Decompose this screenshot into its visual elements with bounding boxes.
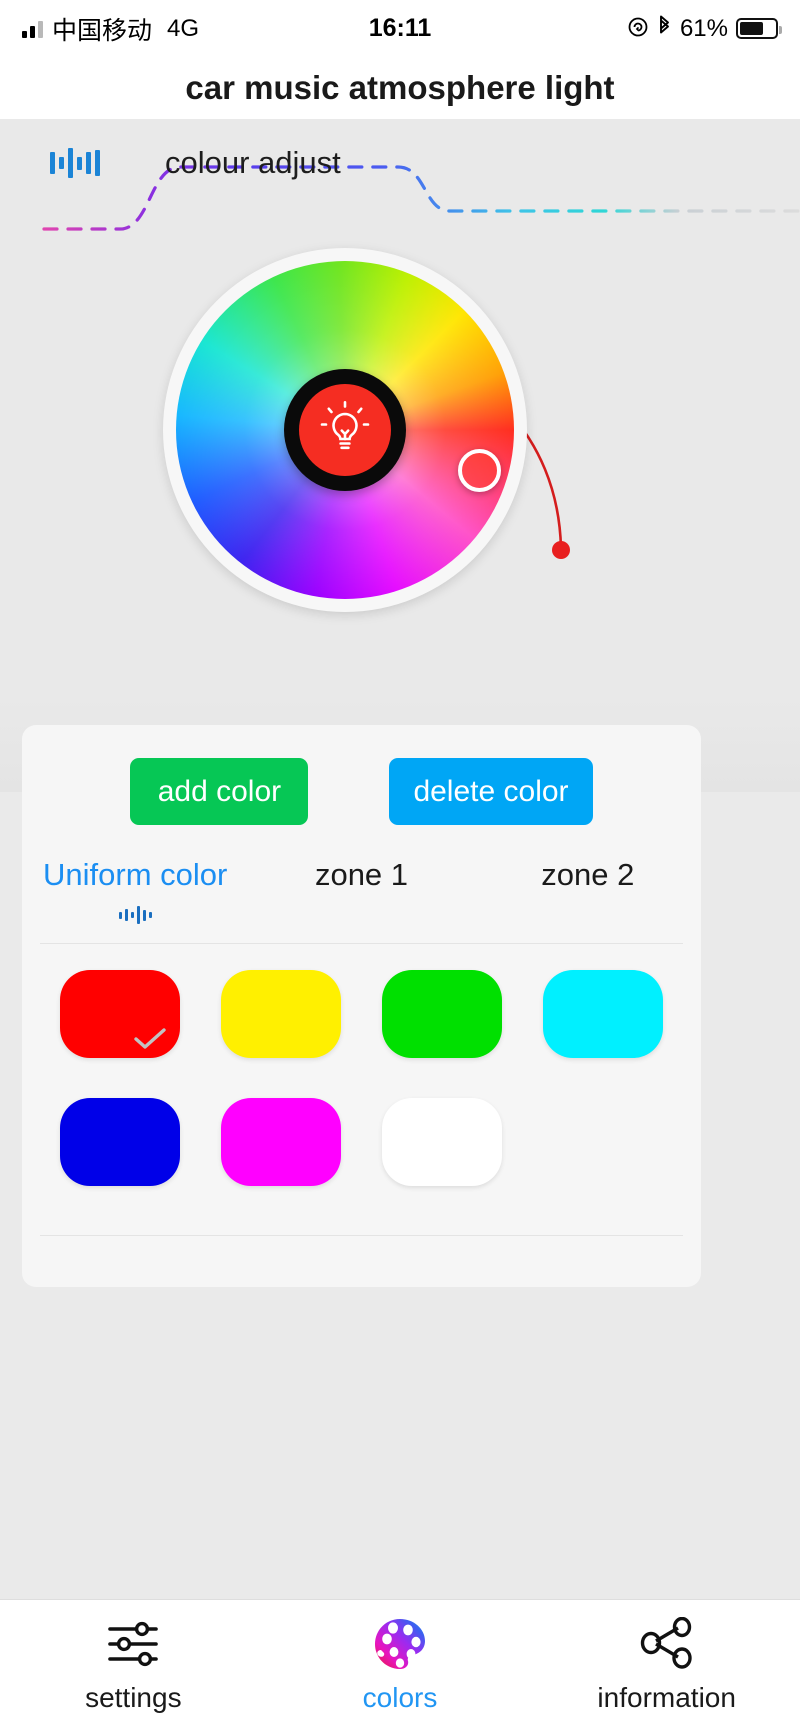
share-nodes-icon <box>638 1616 696 1670</box>
title-bar: car music atmosphere light <box>0 57 800 119</box>
app-screen: 中国移动 4G 16:11 61% car music atmosphere l… <box>0 0 800 1731</box>
zone-tab-zone-1[interactable]: zone 1 <box>248 857 474 925</box>
zone-tab-uniform-color[interactable]: Uniform color <box>22 857 248 925</box>
color-picker-card: add color delete color Uniform color zon… <box>22 725 701 1287</box>
sliders-icon <box>104 1618 162 1670</box>
power-toggle-inner <box>299 384 391 476</box>
nav-label: settings <box>85 1681 182 1713</box>
status-bar-right: 61% <box>627 14 782 43</box>
colour-adjust-panel: colour adjust <box>0 119 800 792</box>
color-swatch-green[interactable] <box>382 970 502 1058</box>
palette-icon <box>371 1618 429 1670</box>
zone-tab-zone-2[interactable]: zone 2 <box>475 857 701 925</box>
rotation-lock-icon <box>627 16 649 42</box>
zone-tab-row: Uniform color zone 1 zone 2 <box>22 857 701 925</box>
power-toggle-button[interactable] <box>284 369 406 491</box>
delete-color-button[interactable]: delete color <box>389 758 593 825</box>
battery-icon <box>736 18 782 39</box>
color-swatch-cyan[interactable] <box>543 970 663 1058</box>
status-bar: 中国移动 4G 16:11 61% <box>0 0 800 57</box>
nav-label: information <box>597 1681 736 1713</box>
tab-colour-adjust[interactable]: colour adjust <box>165 145 341 181</box>
color-swatch-grid <box>60 970 670 1186</box>
equalizer-icon <box>50 146 100 180</box>
color-swatch-blue[interactable] <box>60 1098 180 1186</box>
zone-tab-label: zone 1 <box>314 857 409 892</box>
bottom-navigation: settings colors information <box>0 1599 800 1731</box>
color-swatch-red[interactable] <box>60 970 180 1058</box>
nav-item-settings[interactable]: settings <box>0 1600 267 1731</box>
color-wheel[interactable] <box>163 248 527 612</box>
color-action-row: add color delete color <box>22 758 701 825</box>
color-wheel-thumb[interactable] <box>458 449 501 492</box>
divider-bottom <box>40 1235 683 1236</box>
nav-item-colors[interactable]: colors <box>267 1600 534 1731</box>
check-icon <box>134 1028 166 1049</box>
color-swatch-yellow[interactable] <box>221 970 341 1058</box>
color-swatch-white[interactable] <box>382 1098 502 1186</box>
nav-label: colors <box>362 1681 438 1713</box>
nav-item-information[interactable]: information <box>533 1600 800 1731</box>
zone-tab-label: Uniform color <box>43 857 228 892</box>
page-title: car music atmosphere light <box>185 69 615 106</box>
divider-top <box>40 943 683 944</box>
battery-percent-label: 61% <box>679 14 728 42</box>
equalizer-icon <box>22 905 248 925</box>
tab-swoosh-decoration <box>0 141 800 251</box>
add-color-button[interactable]: add color <box>130 758 309 825</box>
lightbulb-icon <box>320 401 370 450</box>
color-swatch-magenta[interactable] <box>221 1098 341 1186</box>
zone-tab-label: zone 2 <box>541 857 635 892</box>
bluetooth-icon <box>657 15 672 42</box>
